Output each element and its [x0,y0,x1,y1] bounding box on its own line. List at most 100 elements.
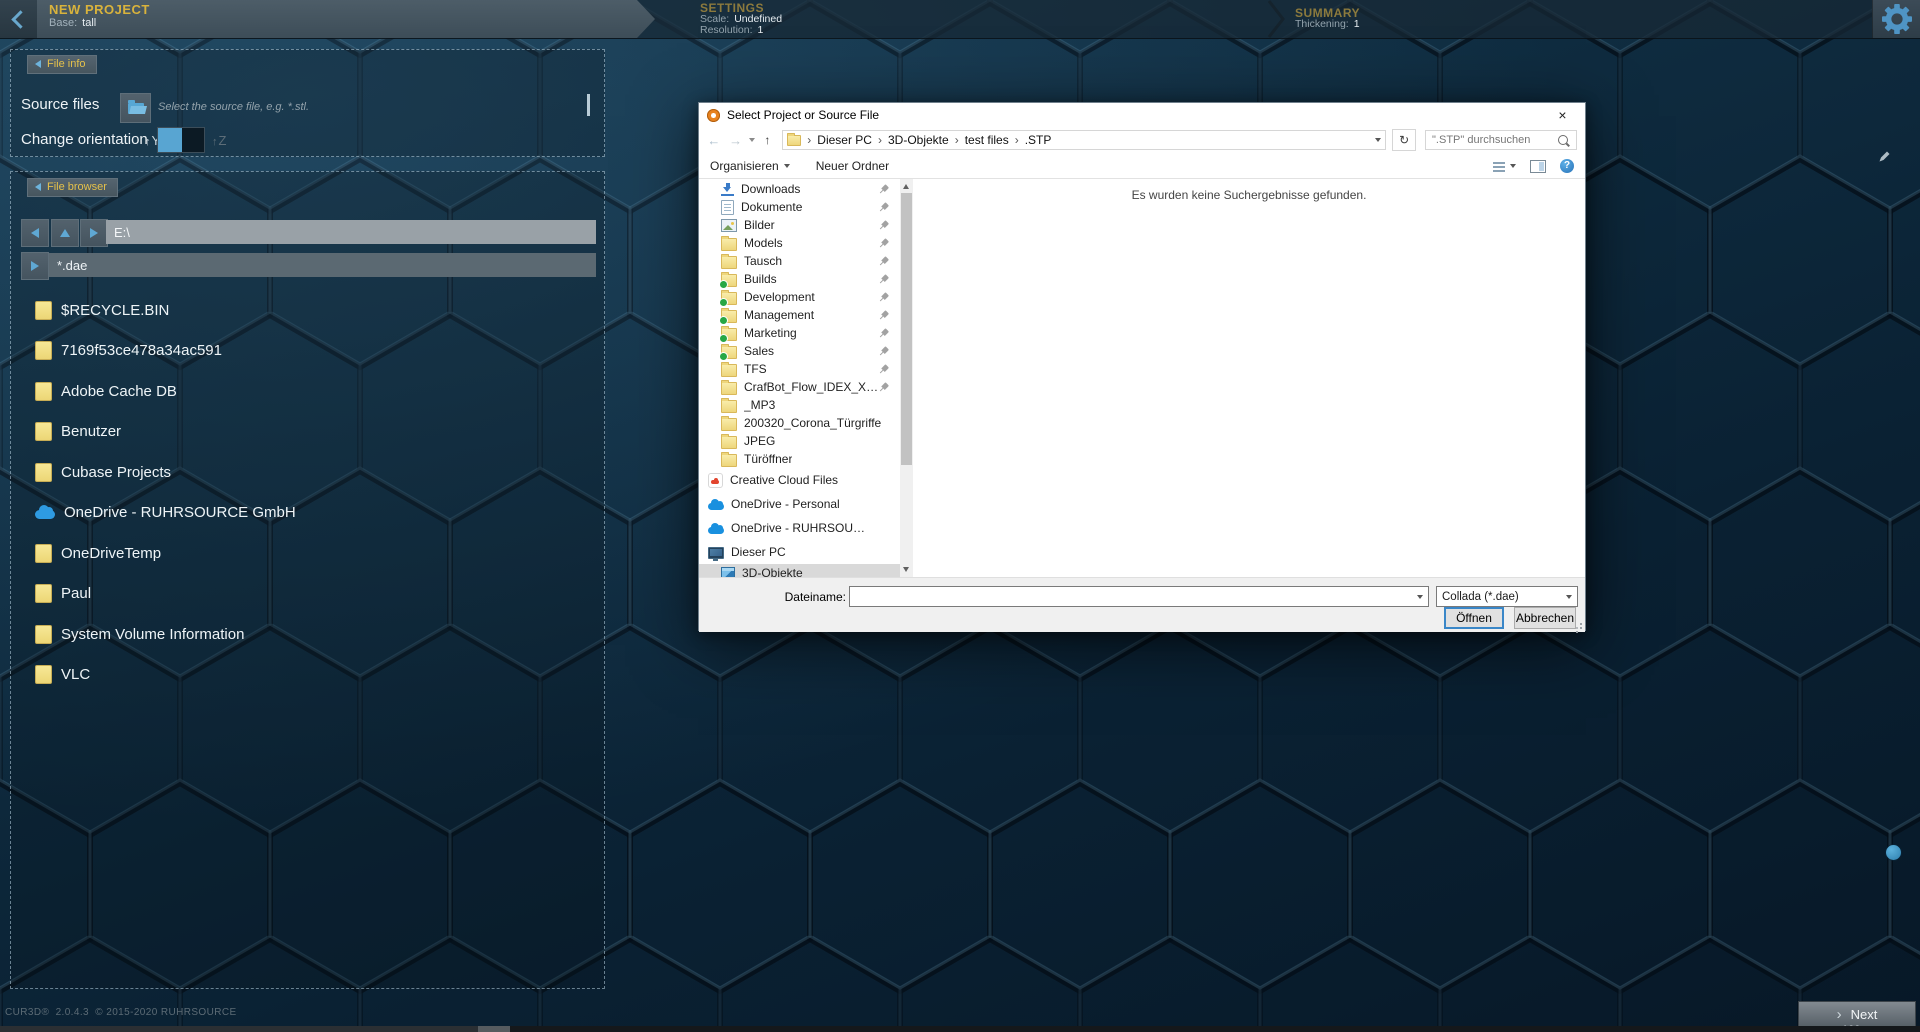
cancel-button[interactable]: Abbrechen [1514,607,1576,629]
folder-icon [721,364,737,377]
refresh-button[interactable]: ↻ [1392,129,1416,151]
nav-item[interactable]: Dieser PC [699,540,900,564]
nav-scrollbar[interactable] [900,179,913,577]
nav-item[interactable]: CrafBot_Flow_IDEX_XL_AME [699,378,900,396]
horizontal-scrollbar[interactable] [0,1026,1920,1032]
collapse-arrow-icon [35,60,41,68]
organize-menu-button[interactable]: Organisieren [710,159,790,173]
filetype-dropdown[interactable]: Collada (*.dae) [1436,586,1578,607]
nav-item[interactable]: Models [699,234,900,252]
nav-item[interactable]: Marketing [699,324,900,342]
file-entry[interactable]: Cubase Projects [11,452,604,493]
nav-item[interactable]: Dokumente [699,198,900,216]
nav-item[interactable]: Builds [699,270,900,288]
filename-combo [849,586,1429,607]
scrollbar-thumb[interactable] [901,193,912,465]
pen-icon[interactable] [1878,150,1891,163]
orientation-toggle[interactable] [157,127,205,153]
zoom-slider-knob[interactable] [1886,845,1901,860]
file-entry[interactable]: 7169f53ce478a34ac591 [11,331,604,372]
next-button[interactable]: › Next [1798,1001,1916,1028]
pin-icon [876,272,891,287]
recent-locations-caret-icon[interactable] [749,138,755,142]
file-entry[interactable]: System Volume Information [11,614,604,655]
folder-sync-icon [721,328,737,341]
nav-item[interactable]: Sales [699,342,900,360]
folder-icon [35,625,52,644]
scroll-up-arrow-icon[interactable] [903,184,909,189]
nav-item[interactable]: 200320_Corona_Türgriffe [699,414,900,432]
nav-item[interactable]: 3D-Objekte [699,564,900,577]
file-entry[interactable]: Benutzer [11,412,604,453]
file-entry[interactable]: Adobe Cache DB [11,371,604,412]
nav-item[interactable]: OneDrive - RUHRSOURCE GmbH [699,516,900,540]
nav-item[interactable]: _MP3 [699,396,900,414]
arrow-up-icon: ↑ [764,133,770,147]
dialog-file-area[interactable]: Es wurden keine Suchergebnisse gefunden. [913,179,1585,577]
breadcrumb-segment[interactable]: › Dieser PC [801,133,872,147]
nav-item[interactable]: Development [699,288,900,306]
browser-back-button[interactable] [21,219,49,247]
filter-input[interactable] [49,253,596,277]
open-button[interactable]: Öffnen [1444,607,1504,629]
filename-input[interactable] [850,588,1417,605]
file-entry[interactable]: OneDrive - RUHRSOURCE GmbH [11,493,604,534]
browser-up-button[interactable] [51,219,79,247]
chevron-down-icon[interactable] [1417,595,1423,599]
dialog-titlebar[interactable]: Select Project or Source File × [699,103,1585,127]
nav-item[interactable]: Tausch [699,252,900,270]
scroll-down-arrow-icon[interactable] [903,567,909,572]
nav-up-button[interactable]: ↑ [759,133,777,147]
file-info-section-button[interactable]: File info [27,55,97,74]
nav-item-label: 3D-Objekte [742,566,803,577]
path-input[interactable] [106,220,596,244]
nav-item-label: Management [744,308,814,322]
nav-back-button[interactable]: ← [705,133,723,148]
file-entry[interactable]: VLC [11,655,604,696]
change-view-button[interactable] [1493,160,1516,172]
panel-scrollbar-thumb[interactable] [587,94,590,116]
wizard-step-summary[interactable]: SUMMARY Thickening:1 [1295,0,1360,38]
resize-grip[interactable] [1574,621,1582,629]
preview-pane-button[interactable] [1530,160,1546,173]
address-dropdown-caret-icon[interactable] [1375,138,1381,142]
nav-item-label: _MP3 [744,398,775,412]
breadcrumb-segment[interactable]: › 3D-Objekte [872,133,949,147]
nav-item[interactable]: JPEG [699,432,900,450]
back-button[interactable] [0,0,38,38]
help-icon[interactable] [1560,159,1574,173]
dialog-nav-pane: Downloads Dokumente Bilder [699,179,900,577]
address-bar[interactable]: › Dieser PC › 3D-Objekte › test files [782,130,1386,150]
file-browser-section-button[interactable]: File browser [27,178,118,197]
toggle-knob[interactable] [158,128,182,152]
nav-forward-button[interactable]: → [727,133,745,148]
creative-cloud-icon [708,473,723,488]
breadcrumb-segment[interactable]: › test files [949,133,1009,147]
nav-item[interactable]: Management [699,306,900,324]
apply-filter-button[interactable] [21,252,49,280]
folder-icon [35,301,52,320]
nav-item[interactable]: Bilder [699,216,900,234]
search-input[interactable] [1430,133,1558,147]
file-entry[interactable]: Paul [11,574,604,615]
settings-gear-button[interactable] [1872,0,1920,38]
pin-icon [876,200,891,215]
nav-item[interactable]: Creative Cloud Files [699,468,900,492]
dialog-toolbar: Organisieren Neuer Ordner [699,153,1585,179]
breadcrumb-segment[interactable]: › .STP [1009,133,1052,147]
browser-forward-button[interactable] [80,219,108,247]
chevron-right-icon: › [1009,133,1025,147]
new-folder-button[interactable]: Neuer Ordner [816,159,889,173]
nav-item[interactable]: Türöffner [699,450,900,468]
nav-item[interactable]: OneDrive - Personal [699,492,900,516]
folder-sync-icon [721,292,737,305]
close-button[interactable]: × [1540,103,1585,127]
file-entry[interactable]: $RECYCLE.BIN [11,290,604,331]
scrollbar-thumb[interactable] [478,1026,510,1032]
nav-item[interactable]: Downloads [699,180,900,198]
open-source-file-button[interactable] [120,93,151,123]
wizard-step-settings[interactable]: SETTINGS Scale:Undefined Resolution:1 [700,0,782,38]
wizard-step-new-project[interactable]: NEW PROJECT Base:tall [37,0,655,38]
file-entry[interactable]: OneDriveTemp [11,533,604,574]
nav-item[interactable]: TFS [699,360,900,378]
